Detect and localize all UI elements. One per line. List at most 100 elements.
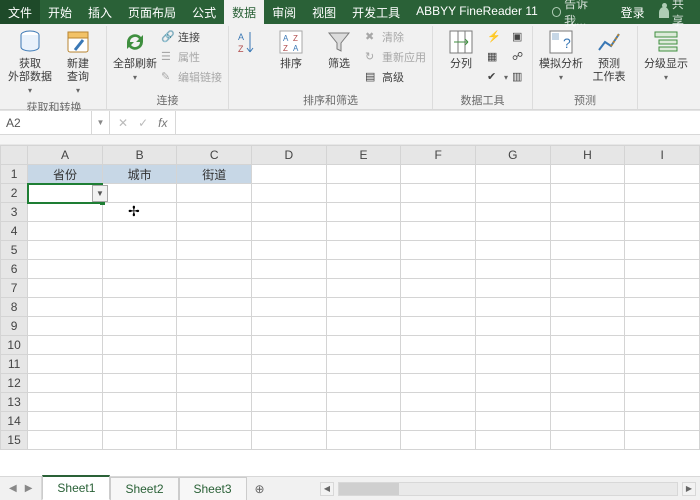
cell[interactable] [625,317,700,336]
cell[interactable] [625,279,700,298]
cell[interactable] [252,260,327,279]
col-header[interactable]: E [326,146,401,165]
cell[interactable] [28,203,103,222]
cell[interactable] [550,412,625,431]
cell[interactable] [475,165,550,184]
tab-data[interactable]: 数据 [224,0,264,24]
row-header[interactable]: 1 [1,165,28,184]
tab-review[interactable]: 审阅 [264,0,304,24]
cell[interactable] [177,222,252,241]
name-box[interactable]: A2 [0,111,92,134]
login-link[interactable]: 登录 [613,0,653,24]
cell[interactable] [102,298,177,317]
row-header[interactable]: 14 [1,412,28,431]
get-external-data-button[interactable]: 获取外部数据▾ [8,28,52,97]
cell[interactable] [401,431,476,450]
hscroll-right[interactable]: ▶ [682,482,696,496]
cell[interactable] [28,355,103,374]
cell[interactable] [177,279,252,298]
cell[interactable] [475,279,550,298]
cell[interactable]: 街道 [177,165,252,184]
manage-model-item[interactable]: ▥ [512,68,526,86]
cell[interactable] [401,184,476,203]
row-header[interactable]: 9 [1,317,28,336]
cell[interactable] [475,260,550,279]
sort-button[interactable]: AZZA 排序 [269,28,313,71]
cell[interactable] [625,355,700,374]
cell[interactable] [550,336,625,355]
cell[interactable] [625,431,700,450]
forecast-sheet-button[interactable]: 预测工作表 [587,28,631,84]
cell[interactable] [102,317,177,336]
cell[interactable] [102,393,177,412]
cell[interactable] [252,298,327,317]
cell[interactable] [475,336,550,355]
cell[interactable] [102,184,177,203]
cell[interactable] [401,222,476,241]
cell[interactable] [625,222,700,241]
cell[interactable] [326,317,401,336]
sheet-tab[interactable]: Sheet1 [42,475,110,500]
cell[interactable] [475,393,550,412]
row-header[interactable]: 7 [1,279,28,298]
cell[interactable] [326,374,401,393]
cell[interactable] [550,431,625,450]
row-header[interactable]: 8 [1,298,28,317]
share-button[interactable]: 共享 [653,0,700,24]
flash-fill-item[interactable]: ⚡ [487,28,508,46]
cell[interactable] [177,393,252,412]
cell[interactable] [326,393,401,412]
row-header[interactable]: 2 [1,184,28,203]
name-box-dropdown[interactable]: ▼ [92,111,110,134]
cell[interactable] [177,431,252,450]
cell[interactable] [326,355,401,374]
cell[interactable] [401,412,476,431]
cell[interactable] [177,184,252,203]
cell[interactable] [550,260,625,279]
cell[interactable] [401,393,476,412]
cell[interactable] [177,298,252,317]
cell[interactable] [475,203,550,222]
cell[interactable] [625,393,700,412]
cell[interactable] [252,317,327,336]
col-header[interactable]: H [550,146,625,165]
cell[interactable] [177,374,252,393]
cell[interactable] [401,317,476,336]
cell[interactable] [326,279,401,298]
cell[interactable] [401,203,476,222]
cell[interactable] [550,298,625,317]
cell[interactable] [475,412,550,431]
cell[interactable] [625,165,700,184]
cell[interactable] [252,412,327,431]
cell[interactable] [252,184,327,203]
cell[interactable] [326,260,401,279]
cell[interactable] [401,279,476,298]
cell[interactable] [177,355,252,374]
cell[interactable] [326,203,401,222]
whatif-button[interactable]: ? 模拟分析▾ [539,28,583,84]
cell[interactable] [475,298,550,317]
cell[interactable] [28,279,103,298]
cell[interactable] [28,260,103,279]
cell[interactable] [625,412,700,431]
tab-file[interactable]: 文件 [0,0,40,24]
cell[interactable] [401,336,476,355]
col-header[interactable]: G [475,146,550,165]
col-header[interactable]: B [102,146,177,165]
cell[interactable] [102,203,177,222]
cell[interactable] [28,317,103,336]
cell[interactable] [550,222,625,241]
cell[interactable] [252,203,327,222]
add-sheet-button[interactable]: ⊕ [247,478,273,500]
cell[interactable] [326,222,401,241]
cell[interactable] [475,355,550,374]
cell[interactable] [625,336,700,355]
cell[interactable] [550,279,625,298]
cell[interactable] [102,355,177,374]
cell[interactable] [326,298,401,317]
cell[interactable] [28,374,103,393]
data-validation-item[interactable]: ✔▾ [487,68,508,86]
cell[interactable] [475,431,550,450]
new-query-button[interactable]: 新建查询▾ [56,28,100,97]
cell[interactable] [177,412,252,431]
